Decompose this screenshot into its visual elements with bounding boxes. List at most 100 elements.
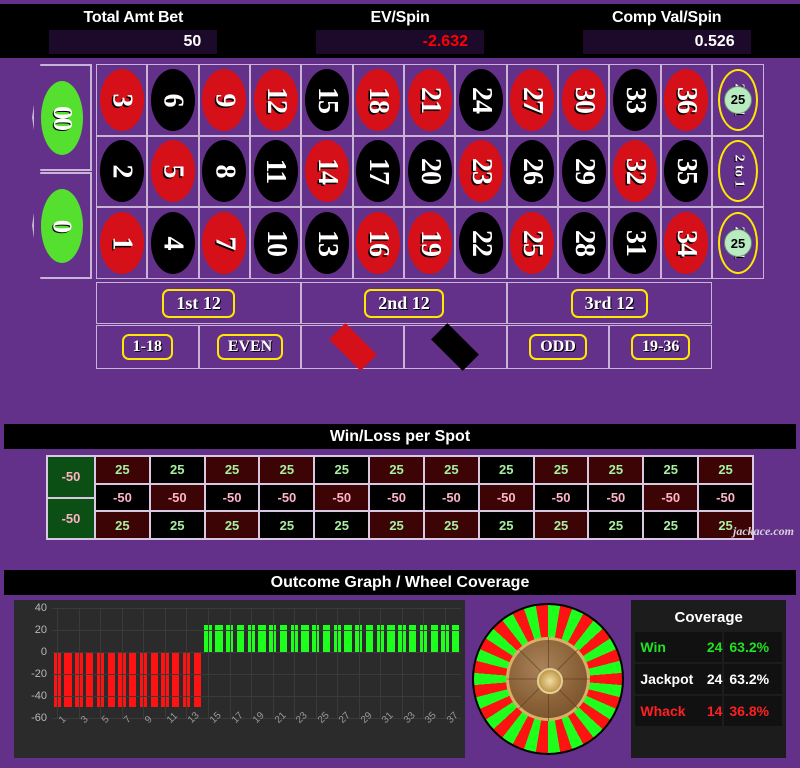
zero-label: 00 xyxy=(47,106,78,129)
bet-spot-3[interactable]: 3 xyxy=(96,64,148,136)
chart-bar xyxy=(452,624,460,652)
bet-spot-00[interactable]: 00 xyxy=(32,64,92,171)
win-loss-cell-17: -50 xyxy=(369,483,424,512)
bet-spot-17[interactable]: 17 xyxy=(352,135,404,208)
number-label: 4 xyxy=(157,236,189,250)
bet-spot-30[interactable]: 30 xyxy=(557,64,610,136)
dozen-bet-2[interactable]: 2nd 12 xyxy=(301,282,507,324)
bet-spot-14[interactable]: 14 xyxy=(301,135,353,208)
column-bet-1[interactable]: 2 to 125 xyxy=(712,64,764,136)
column-bet-label: 2 to 1 xyxy=(730,155,746,188)
bet-spot-8[interactable]: 8 xyxy=(198,135,250,208)
outside-bet-black[interactable] xyxy=(403,323,507,371)
bet-spot-2[interactable]: 2 xyxy=(96,135,148,208)
bet-spot-11[interactable]: 11 xyxy=(249,135,302,208)
number-oval: 7 xyxy=(202,212,247,275)
bet-spot-36[interactable]: 36 xyxy=(660,64,712,136)
number-label: 14 xyxy=(311,158,343,185)
bet-spot-31[interactable]: 31 xyxy=(609,207,661,279)
chart-bar-slot xyxy=(429,608,440,718)
number-label: 1 xyxy=(106,236,138,250)
bet-spot-5[interactable]: 5 xyxy=(147,135,199,208)
bet-spot-6[interactable]: 6 xyxy=(147,64,199,136)
coverage-pct: 36.8% xyxy=(724,696,782,726)
bet-spot-13[interactable]: 13 xyxy=(301,207,353,279)
coverage-pct: 63.2% xyxy=(724,664,782,694)
chart-bar-slot xyxy=(257,608,268,718)
coverage-label: Whack xyxy=(635,696,698,726)
number-oval: 11 xyxy=(253,140,298,203)
win-loss-cell-24: 25 xyxy=(478,456,534,484)
coverage-row-jackpot: Jackpot 24 63.2% xyxy=(635,664,782,694)
dozen-bet-3[interactable]: 3rd 12 xyxy=(506,282,712,324)
number-label: 21 xyxy=(414,86,446,113)
outside-bet-19-36[interactable]: 19-36 xyxy=(609,325,712,369)
bet-spot-32[interactable]: 32 xyxy=(609,135,661,208)
number-label: 26 xyxy=(517,158,549,185)
bet-spot-15[interactable]: 15 xyxy=(301,64,353,136)
bet-spot-23[interactable]: 23 xyxy=(455,135,507,208)
chip-25[interactable]: 25 xyxy=(724,229,752,258)
bet-spot-12[interactable]: 12 xyxy=(249,64,302,136)
dozen-bet-label: 2nd 12 xyxy=(364,288,444,318)
bet-spot-20[interactable]: 20 xyxy=(403,135,456,208)
zero-oval-00: 00 xyxy=(41,80,83,155)
bet-spot-25[interactable]: 25 xyxy=(506,207,558,279)
win-loss-title: Win/Loss per Spot xyxy=(4,424,796,449)
chart-bar-slot xyxy=(407,608,418,718)
dozen-bet-1[interactable]: 1st 12 xyxy=(96,282,302,324)
bet-spot-18[interactable]: 18 xyxy=(352,64,404,136)
number-label: 13 xyxy=(311,230,343,257)
bet-spot-27[interactable]: 27 xyxy=(506,64,558,136)
coverage-count: 14 xyxy=(697,696,723,726)
outside-bets: 1-18 EVEN ODD 19-36 xyxy=(96,323,712,371)
number-oval: 3 xyxy=(99,68,144,131)
chart-vgridline xyxy=(380,608,382,718)
coverage-label: Jackpot xyxy=(635,664,698,694)
column-bet-3[interactable]: 2 to 125 xyxy=(712,207,764,279)
bet-spot-35[interactable]: 35 xyxy=(660,135,712,208)
bet-spot-24[interactable]: 24 xyxy=(455,64,507,136)
win-loss-cell-12: 25 xyxy=(259,456,315,484)
bet-spot-22[interactable]: 22 xyxy=(455,207,507,279)
win-loss-cell-21: 25 xyxy=(423,456,479,484)
column-bet-2[interactable]: 2 to 1 xyxy=(712,135,764,208)
bet-spot-34[interactable]: 34 xyxy=(660,207,712,279)
bet-spot-9[interactable]: 9 xyxy=(198,64,250,136)
chip-25[interactable]: 25 xyxy=(724,85,752,114)
bet-spot-33[interactable]: 33 xyxy=(609,64,661,136)
chart-bar-slot xyxy=(192,608,203,718)
number-label: 24 xyxy=(465,86,497,113)
bet-spot-29[interactable]: 29 xyxy=(557,135,610,208)
coverage-row-win: Win 24 63.2% xyxy=(635,632,782,662)
bet-spot-16[interactable]: 16 xyxy=(352,207,404,279)
outside-bet-red[interactable] xyxy=(301,323,404,371)
outside-bet-even[interactable]: EVEN xyxy=(198,325,302,369)
wheel-spoke xyxy=(548,637,550,679)
outside-bet-1-18[interactable]: 1-18 xyxy=(96,325,199,369)
bet-spot-26[interactable]: 26 xyxy=(506,135,558,208)
outcome-section: Outcome Graph / Wheel Coverage 40 20 0 -20 -… xyxy=(0,570,800,764)
bet-spot-1[interactable]: 1 xyxy=(96,207,148,279)
bet-spot-7[interactable]: 7 xyxy=(198,207,250,279)
outside-bet-odd[interactable]: ODD xyxy=(506,325,610,369)
chart-y-tick: -20 xyxy=(31,668,47,680)
bet-spot-4[interactable]: 4 xyxy=(147,207,199,279)
bet-spot-10[interactable]: 10 xyxy=(249,207,302,279)
coverage-count: 24 xyxy=(697,664,723,694)
number-oval: 21 xyxy=(407,68,452,131)
bet-spot-0[interactable]: 0 xyxy=(32,172,92,279)
outside-bet-label: 19-36 xyxy=(630,334,691,360)
bet-spot-21[interactable]: 21 xyxy=(403,64,456,136)
number-oval: 23 xyxy=(458,140,503,203)
bet-spot-28[interactable]: 28 xyxy=(557,207,610,279)
chart-bar-slot xyxy=(450,608,461,718)
number-label: 18 xyxy=(363,86,395,113)
zero-oval-0: 0 xyxy=(41,188,83,263)
chart-bar-slot xyxy=(127,608,138,718)
bet-spot-19[interactable]: 19 xyxy=(403,207,456,279)
number-label: 17 xyxy=(363,158,395,185)
win-loss-cell-11: -50 xyxy=(259,483,315,512)
wheel-spoke xyxy=(518,678,549,710)
wheel-spoke xyxy=(518,648,549,680)
